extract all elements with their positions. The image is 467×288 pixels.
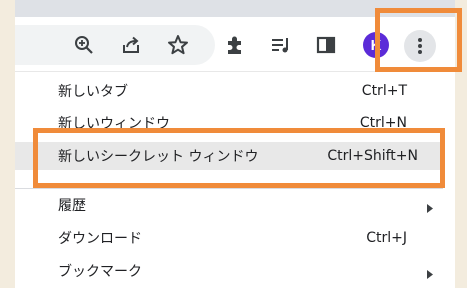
submenu-arrow-icon — [427, 267, 433, 283]
menu-item-label: ダウンロード — [58, 231, 142, 247]
extensions-icon[interactable] — [223, 33, 247, 57]
reading-list-icon[interactable] — [269, 33, 293, 57]
menu-item-shortcut: Ctrl+J — [366, 230, 407, 246]
highlight-box-incognito-item — [33, 128, 445, 188]
side-panel-icon[interactable] — [314, 33, 338, 57]
menu-item-shortcut: Ctrl+T — [361, 83, 407, 99]
menu-item-label: 履歴 — [58, 198, 86, 214]
highlight-box-menu-button — [375, 8, 462, 72]
menu-item-bookmarks[interactable]: ブックマーク — [15, 257, 443, 285]
bookmark-star-icon[interactable] — [166, 33, 190, 57]
zoom-icon[interactable] — [72, 33, 96, 57]
share-icon[interactable] — [119, 33, 143, 57]
submenu-arrow-icon — [427, 201, 433, 217]
menu-item-label: ブックマーク — [58, 264, 142, 280]
menu-item-label: 新しいタブ — [58, 84, 128, 100]
menu-separator — [15, 188, 443, 189]
menu-item-new-tab[interactable]: 新しいタブ Ctrl+T — [15, 77, 443, 105]
menu-item-downloads[interactable]: ダウンロード Ctrl+J — [15, 224, 443, 252]
menu-item-history[interactable]: 履歴 — [15, 191, 443, 219]
